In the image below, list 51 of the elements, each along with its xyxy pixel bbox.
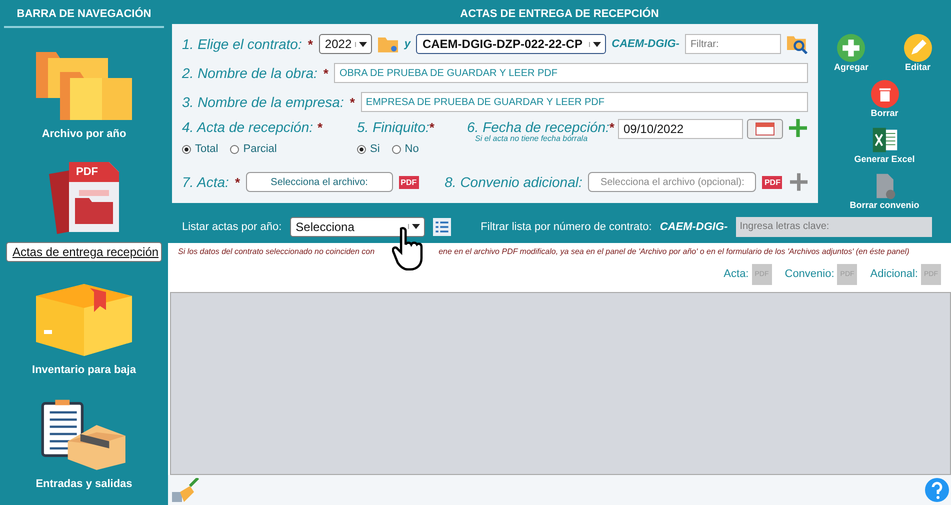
sidebar-item[interactable]: Inventario para baja xyxy=(0,284,168,376)
required-mark: * xyxy=(429,120,434,135)
field-label: 3. Nombre de la empresa: xyxy=(182,94,344,110)
prefix-text: CAEM-DGIG- xyxy=(660,220,728,232)
required-mark: * xyxy=(609,120,614,135)
attachment-label: Acta: xyxy=(724,268,749,280)
action-button[interactable]: Generar Excel xyxy=(818,126,951,164)
required-mark: * xyxy=(350,94,355,110)
filter-label: Filtrar lista por número de contrato: xyxy=(480,220,652,232)
required-mark: * xyxy=(308,36,313,52)
notice-text: Si los datos del contrato seleccionado no coinciden con xyxy=(178,247,375,256)
field-label: 7. Acta: xyxy=(182,174,229,190)
attachment-label: Convenio: xyxy=(784,268,834,280)
radio-option[interactable]: No xyxy=(392,143,419,155)
pdf-label: PDF xyxy=(76,166,98,178)
keyword-field[interactable]: Ingresa letras clave: xyxy=(736,216,932,236)
file-select-button[interactable]: Selecciona el archivo: xyxy=(246,172,393,192)
company-name-field[interactable]: EMPRESA DE PRUEBA DE GUARDAR Y LEER PDF xyxy=(360,92,808,112)
contract-select[interactable]: CAEM-DGIG-DZP-022-22-CP xyxy=(416,34,606,54)
field-label: 4. Acta de recepción: xyxy=(182,119,314,135)
sidebar-item[interactable]: Entradas y salidas xyxy=(0,398,168,490)
hint-text: Si el acta no tiene fecha bórrala xyxy=(475,134,588,143)
date-field[interactable]: 09/10/2022 xyxy=(618,119,744,139)
page-title: ACTAS DE ENTREGA DE RECEPCIÓN xyxy=(459,6,660,22)
sidebar-item[interactable]: Archivo por año xyxy=(0,48,168,140)
action-button[interactable]: Borrar convenio xyxy=(818,172,951,210)
connector-text: y xyxy=(404,38,410,50)
field-label: 1. Elige el contrato: xyxy=(182,36,302,52)
required-mark: * xyxy=(323,66,328,80)
radio-option[interactable]: Total xyxy=(182,143,218,155)
required-mark: * xyxy=(317,120,323,135)
sidebar-title: BARRA DE NAVEGACIÓN xyxy=(4,0,164,28)
action-button[interactable]: Borrar xyxy=(818,80,951,118)
action-button[interactable]: Agregar xyxy=(818,34,884,72)
field-label: 2. Nombre de la obra: xyxy=(182,65,318,81)
required-mark: * xyxy=(234,174,240,190)
notice-text: ene en el archivo PDF modificalo, ya sea en el panel de 'Archivo por año' o en el formulario de los 'Archivos adjuntos' (en éste panel) xyxy=(438,247,910,256)
year-select[interactable]: 2022 xyxy=(318,34,372,54)
radio-option[interactable]: Si xyxy=(357,143,380,155)
filter-field[interactable]: Filtrar: xyxy=(685,34,782,54)
filter-label: Listar actas por año: xyxy=(182,220,282,232)
field-label: 5. Finiquito: xyxy=(357,119,430,135)
work-name-field[interactable]: OBRA DE PRUEBA DE GUARDAR Y LEER PDF xyxy=(334,63,808,83)
action-button[interactable]: Editar xyxy=(884,34,951,72)
attachment-label: Adicional: xyxy=(870,268,918,280)
field-label: 8. Convenio adicional: xyxy=(444,174,582,190)
sidebar-item[interactable]: PDF Actas de entrega recepción xyxy=(0,162,168,262)
prefix-text: CAEM-DGIG- xyxy=(612,38,680,50)
field-label: 6. Fecha de recepción: xyxy=(467,119,610,135)
radio-option[interactable]: Parcial xyxy=(230,143,277,155)
pdf-icon[interactable]: PDF xyxy=(398,176,419,188)
